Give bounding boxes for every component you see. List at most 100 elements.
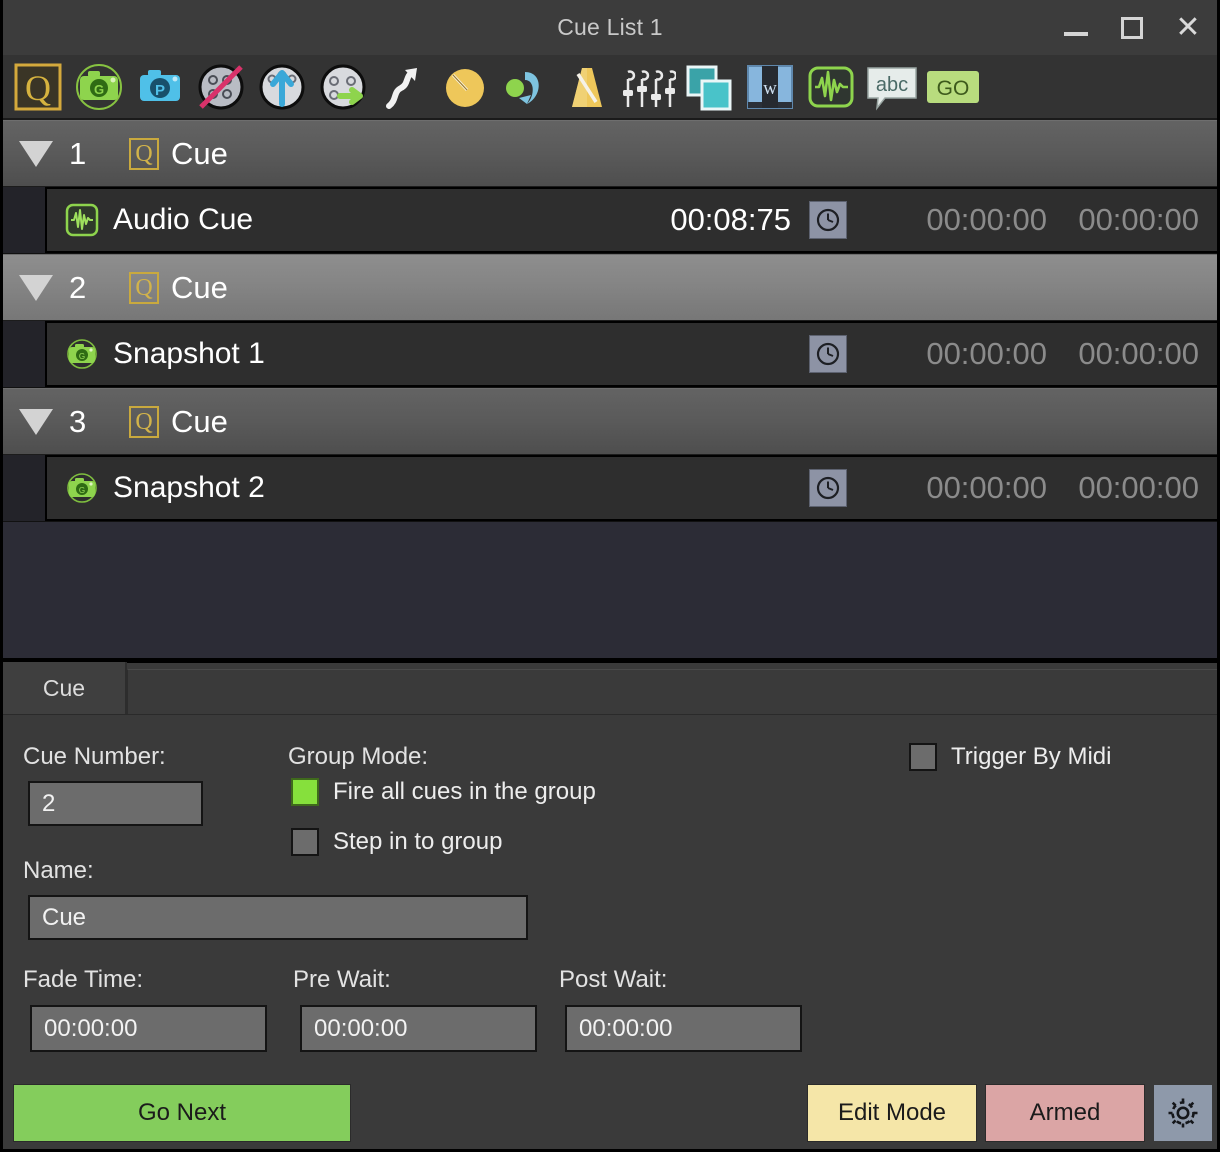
toolbar-window-button[interactable]: w xyxy=(741,58,799,116)
clock-icon[interactable] xyxy=(809,201,847,239)
cue-list[interactable]: 1 Q Cue Audio Cue 00:08:75 00:00:00 00:0… xyxy=(3,120,1217,663)
svg-text:G: G xyxy=(79,352,85,361)
window-controls: ✕ xyxy=(1057,0,1207,55)
cue-group-row[interactable]: 1 Q Cue xyxy=(3,120,1217,187)
toolbar-snapshot-preset-button[interactable]: P xyxy=(131,58,189,116)
child-gutter xyxy=(3,187,47,253)
svg-text:P: P xyxy=(155,82,165,99)
toolbar-snapshot-go-button[interactable]: G xyxy=(70,58,128,116)
cue-group-row[interactable]: 3 Q Cue xyxy=(3,388,1217,455)
snapshot-go-icon: G xyxy=(76,63,122,110)
svg-text:G: G xyxy=(94,82,104,97)
fade-knob-icon xyxy=(446,68,484,107)
go-next-button[interactable]: Go Next xyxy=(13,1084,351,1142)
cue-list-empty-area[interactable] xyxy=(3,522,1217,658)
cue-list-window: Cue List 1 ✕ Q G P w abc GO 1 Q Cue Audi… xyxy=(0,0,1220,1152)
cue-child-row[interactable]: G Snapshot 1 00:00:00 00:00:00 xyxy=(3,321,1217,388)
step-in-to-group-checkbox[interactable] xyxy=(291,828,319,856)
clock-icon[interactable] xyxy=(809,335,847,373)
post-wait-label: Post Wait: xyxy=(559,966,668,993)
cue-name: Cue xyxy=(171,135,228,171)
cue-group-row[interactable]: 2 Q Cue xyxy=(3,254,1217,321)
button-bar: Go Next Edit Mode Armed xyxy=(3,1077,1217,1149)
group-mode-label: Group Mode: xyxy=(288,743,429,770)
cue-q-icon: Q xyxy=(129,405,159,438)
toolbar-go-button[interactable]: GO xyxy=(924,58,982,116)
child-name: Audio Cue xyxy=(113,203,254,236)
title-bar: Cue List 1 ✕ xyxy=(3,0,1217,55)
tab-strip: Cue xyxy=(3,662,1217,715)
pre-wait-time: 00:00:00 xyxy=(926,470,1047,505)
path-arrow-icon xyxy=(386,67,417,109)
fader-up-icon xyxy=(259,64,305,109)
cue-q-icon: Q xyxy=(129,271,159,304)
toolbar-recall-button[interactable] xyxy=(497,58,555,116)
tab-cue[interactable]: Cue xyxy=(3,662,127,714)
disclosure-triangle-icon[interactable] xyxy=(3,408,69,435)
cue-number: 2 xyxy=(69,269,87,305)
pre-wait-label: Pre Wait: xyxy=(293,966,391,993)
post-wait-time: 00:00:00 xyxy=(1078,336,1199,371)
layers-icon xyxy=(686,65,732,110)
settings-button[interactable] xyxy=(1153,1084,1213,1142)
name-input[interactable]: Cue xyxy=(28,895,528,940)
recall-icon xyxy=(506,71,539,104)
cue-icon: Q xyxy=(14,63,62,110)
minimize-button[interactable] xyxy=(1057,9,1095,47)
post-wait-time: 00:00:00 xyxy=(1078,202,1199,237)
toolbar-faders-button[interactable] xyxy=(619,58,677,116)
child-body: G Snapshot 1 00:00:00 00:00:00 xyxy=(47,321,1217,387)
snapshot-preset-icon: P xyxy=(140,69,180,101)
fire-all-cues-checkbox[interactable] xyxy=(291,778,319,806)
svg-text:abc: abc xyxy=(876,74,908,96)
cue-number-input[interactable]: 2 xyxy=(28,781,203,826)
child-body: G Snapshot 2 00:00:00 00:00:00 xyxy=(47,455,1217,521)
toolbar-fade-button[interactable] xyxy=(436,58,494,116)
toolbar-fader-up-button[interactable] xyxy=(253,58,311,116)
fade-time-label: Fade Time: xyxy=(23,966,144,993)
clock-icon[interactable] xyxy=(809,469,847,507)
toolbar: Q G P w abc GO xyxy=(3,55,1217,120)
disclosure-triangle-icon[interactable] xyxy=(3,274,69,301)
snapshot-icon: G xyxy=(65,337,99,371)
toolbar-cue-button[interactable]: Q xyxy=(9,58,67,116)
cue-child-row[interactable]: G Snapshot 2 00:00:00 00:00:00 xyxy=(3,455,1217,522)
edit-mode-button[interactable]: Edit Mode xyxy=(807,1084,977,1142)
audio-wave-icon xyxy=(65,203,99,237)
toolbar-text-button[interactable]: abc xyxy=(863,58,921,116)
maximize-button[interactable] xyxy=(1113,9,1151,47)
toolbar-audio-cue-button[interactable] xyxy=(802,58,860,116)
toolbar-disable-fader-button[interactable] xyxy=(192,58,250,116)
minimize-icon xyxy=(1064,31,1088,36)
toolbar-path-button[interactable] xyxy=(375,58,433,116)
step-in-to-group-checkbox-row[interactable]: Step in to group xyxy=(291,828,502,856)
armed-button[interactable]: Armed xyxy=(985,1084,1145,1142)
toolbar-metronome-button[interactable] xyxy=(558,58,616,116)
inspector-form: Cue Number: 2 Group Mode: Fire all cues … xyxy=(3,715,1217,1077)
audio-wave-icon xyxy=(808,66,854,107)
pre-wait-input[interactable]: 00:00:00 xyxy=(300,1005,537,1052)
inspector-panel: Cue Cue Number: 2 Group Mode: Fire all c… xyxy=(3,662,1217,1149)
fade-time-input[interactable]: 00:00:00 xyxy=(30,1005,267,1052)
cue-child-row[interactable]: Audio Cue 00:08:75 00:00:00 00:00:00 xyxy=(3,187,1217,254)
disable-fader-icon xyxy=(198,64,244,109)
child-name: Snapshot 1 xyxy=(113,337,265,370)
fire-all-cues-label: Fire all cues in the group xyxy=(333,778,596,805)
fire-all-cues-checkbox-row[interactable]: Fire all cues in the group xyxy=(291,778,596,806)
trigger-by-midi-checkbox-row[interactable]: Trigger By Midi xyxy=(909,743,1111,771)
trigger-by-midi-checkbox[interactable] xyxy=(909,743,937,771)
close-button[interactable]: ✕ xyxy=(1169,9,1207,47)
cue-number-label: Cue Number: xyxy=(23,743,166,770)
toolbar-fader-go-button[interactable] xyxy=(314,58,372,116)
trigger-by-midi-label: Trigger By Midi xyxy=(951,743,1112,770)
faders-icon xyxy=(623,69,676,107)
toolbar-layers-button[interactable] xyxy=(680,58,738,116)
disclosure-triangle-icon[interactable] xyxy=(3,140,69,167)
go-icon: GO xyxy=(927,70,979,103)
post-wait-input[interactable]: 00:00:00 xyxy=(565,1005,802,1052)
elapsed-time: 00:08:75 xyxy=(670,202,791,237)
tab-strip-filler xyxy=(127,669,1217,714)
fader-go-icon xyxy=(320,64,366,109)
text-bubble-icon: abc xyxy=(867,66,917,110)
svg-text:G: G xyxy=(79,486,85,495)
